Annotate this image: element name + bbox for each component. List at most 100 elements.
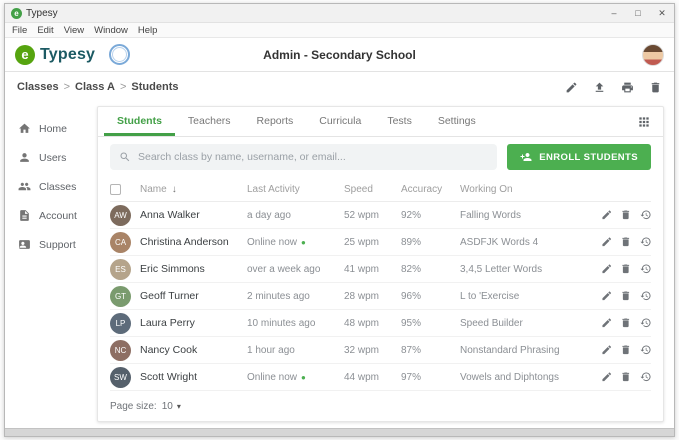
menu-view[interactable]: View [64, 25, 84, 36]
student-name[interactable]: Christina Anderson [140, 236, 229, 248]
speed: 32 wpm [344, 345, 401, 356]
person-icon [18, 151, 31, 164]
delete-student-icon[interactable] [620, 263, 632, 275]
user-avatar[interactable] [642, 44, 664, 66]
sidebar-label: Account [39, 210, 77, 222]
sidebar-item-support[interactable]: Support [5, 230, 95, 259]
student-name[interactable]: Anna Walker [140, 209, 200, 221]
edit-student-icon[interactable] [601, 236, 613, 248]
close-button[interactable]: ✕ [650, 4, 674, 22]
menubar: File Edit View Window Help [5, 23, 674, 38]
history-icon[interactable] [640, 263, 652, 275]
sidebar-item-users[interactable]: Users [5, 143, 95, 172]
history-icon[interactable] [640, 209, 652, 221]
page-size-select[interactable]: 10 ▾ [162, 401, 181, 412]
last-activity: Online now [247, 237, 297, 248]
enroll-students-button[interactable]: ENROLL STUDENTS [507, 144, 651, 170]
edit-student-icon[interactable] [601, 290, 613, 302]
history-icon[interactable] [640, 344, 652, 356]
student-name[interactable]: Eric Simmons [140, 263, 205, 275]
header-name[interactable]: Name [140, 184, 167, 195]
menu-help[interactable]: Help [138, 25, 158, 36]
main-content: Students Teachers Reports Curricula Test… [95, 102, 674, 428]
student-name[interactable]: Geoff Turner [140, 290, 199, 302]
delete-class-button[interactable] [649, 81, 662, 94]
last-activity: over a week ago [247, 264, 320, 275]
student-name[interactable]: Laura Perry [140, 317, 195, 329]
menu-edit[interactable]: Edit [37, 25, 53, 36]
student-row: LP Laura Perry 10 minutes ago 48 wpm 95%… [110, 310, 651, 337]
page-title: Admin - Secondary School [263, 48, 416, 62]
window-controls: – □ ✕ [602, 4, 674, 22]
breadcrumb-class-a[interactable]: Class A [75, 81, 115, 93]
accuracy: 95% [401, 318, 460, 329]
working-on: Speed Builder [460, 318, 593, 329]
import-button[interactable] [593, 81, 606, 94]
student-row: SW Scott Wright Online now● 44 wpm 97% V… [110, 364, 651, 391]
sidebar-label: Users [39, 152, 66, 164]
edit-student-icon[interactable] [601, 371, 613, 383]
delete-student-icon[interactable] [620, 236, 632, 248]
delete-student-icon[interactable] [620, 317, 632, 329]
student-name[interactable]: Nancy Cook [140, 344, 197, 356]
select-all-checkbox[interactable] [110, 184, 121, 195]
working-on: Vowels and Diphtongs [460, 372, 593, 383]
minimize-button[interactable]: – [602, 4, 626, 22]
tab-curricula[interactable]: Curricula [306, 107, 374, 136]
last-activity: 10 minutes ago [247, 318, 315, 329]
sidebar-item-classes[interactable]: Classes [5, 172, 95, 201]
header-working-on: Working On [460, 184, 593, 195]
header-last-activity: Last Activity [247, 184, 344, 195]
contact-card-icon [18, 238, 31, 251]
student-name[interactable]: Scott Wright [140, 371, 197, 383]
delete-student-icon[interactable] [620, 290, 632, 302]
working-on: Nonstandard Phrasing [460, 345, 593, 356]
printer-icon [621, 81, 634, 94]
delete-student-icon[interactable] [620, 209, 632, 221]
search-input[interactable] [138, 151, 488, 163]
breadcrumb-classes[interactable]: Classes [17, 81, 59, 93]
students-card: Students Teachers Reports Curricula Test… [97, 106, 664, 422]
student-avatar: ES [110, 259, 131, 280]
tab-students[interactable]: Students [104, 107, 175, 136]
delete-student-icon[interactable] [620, 371, 632, 383]
tab-reports[interactable]: Reports [244, 107, 307, 136]
screen: e Typesy – □ ✕ File Edit View Window Hel… [0, 0, 679, 440]
delete-student-icon[interactable] [620, 344, 632, 356]
accuracy: 96% [401, 291, 460, 302]
tab-tests[interactable]: Tests [374, 107, 425, 136]
app-icon: e [11, 8, 22, 19]
edit-student-icon[interactable] [601, 344, 613, 356]
history-icon[interactable] [640, 236, 652, 248]
tab-teachers[interactable]: Teachers [175, 107, 244, 136]
student-avatar: SW [110, 367, 131, 388]
print-button[interactable] [621, 81, 634, 94]
tabbar: Students Teachers Reports Curricula Test… [98, 107, 663, 137]
sort-descending-icon[interactable]: ↓ [172, 184, 177, 195]
menu-window[interactable]: Window [94, 25, 128, 36]
student-avatar: NC [110, 340, 131, 361]
breadcrumb-separator: > [64, 81, 70, 93]
history-icon[interactable] [640, 290, 652, 302]
student-avatar: AW [110, 205, 131, 226]
menu-file[interactable]: File [12, 25, 27, 36]
grid-view-button[interactable] [637, 115, 651, 129]
edit-student-icon[interactable] [601, 317, 613, 329]
speed: 41 wpm [344, 264, 401, 275]
trash-icon [649, 81, 662, 94]
edit-student-icon[interactable] [601, 209, 613, 221]
sidebar-item-account[interactable]: Account [5, 201, 95, 230]
maximize-button[interactable]: □ [626, 4, 650, 22]
group-icon [18, 180, 31, 193]
sidebar-item-home[interactable]: Home [5, 114, 95, 143]
search-box [110, 144, 497, 170]
working-on: 3,4,5 Letter Words [460, 264, 593, 275]
tab-settings[interactable]: Settings [425, 107, 489, 136]
history-icon[interactable] [640, 371, 652, 383]
edit-class-button[interactable] [565, 81, 578, 94]
typesy-logo-icon: e [15, 45, 35, 65]
history-icon[interactable] [640, 317, 652, 329]
last-activity: 2 minutes ago [247, 291, 310, 302]
seal-badge-icon [109, 44, 130, 65]
edit-student-icon[interactable] [601, 263, 613, 275]
